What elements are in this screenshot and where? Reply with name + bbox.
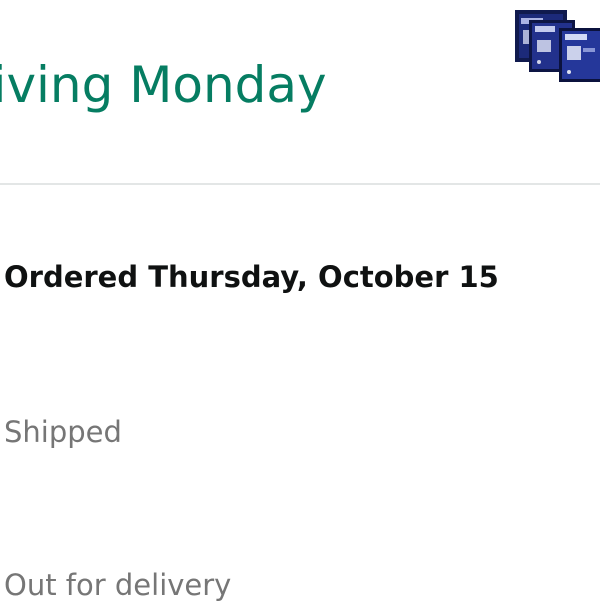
product-thumbnail[interactable] — [511, 6, 600, 86]
tracking-step-ordered: Ordered Thursday, October 15 — [4, 260, 499, 294]
tracking-step-out-for-delivery: Out for delivery — [4, 568, 232, 602]
arrival-status-title: riving Monday — [0, 56, 327, 114]
delivery-header: riving Monday — [0, 0, 600, 184]
product-package-icon — [515, 10, 600, 82]
tracking-step-shipped: Shipped — [4, 415, 122, 449]
section-divider — [0, 183, 600, 185]
